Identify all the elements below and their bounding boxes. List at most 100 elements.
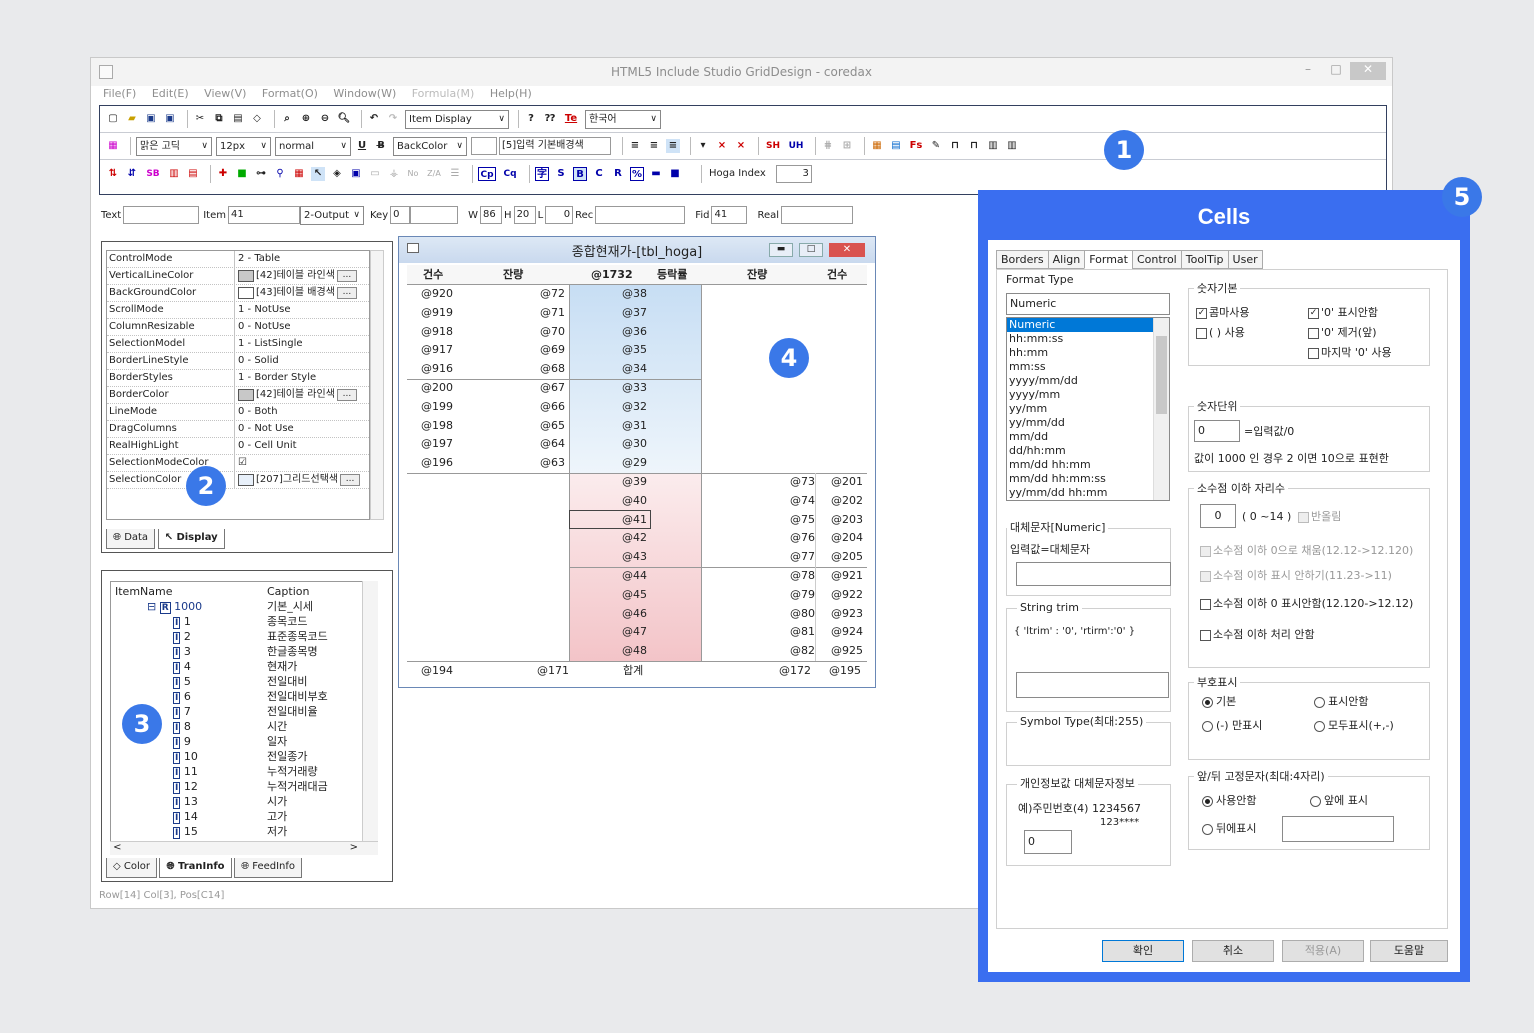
count-cell[interactable]: @924 — [819, 623, 863, 642]
qty-cell[interactable]: @67 — [507, 379, 565, 398]
format-list-item[interactable]: hh:mm:ss — [1007, 332, 1153, 346]
qty-cell[interactable]: @63 — [507, 454, 565, 473]
property-row[interactable]: BorderLineStyle 0 - Solid — [107, 353, 369, 370]
qty-cell[interactable]: @74 — [767, 492, 815, 511]
qty-cell[interactable]: @75 — [767, 511, 815, 530]
maximize-button[interactable]: □ — [1322, 62, 1350, 80]
format-list-item[interactable]: mm:ss — [1007, 360, 1153, 374]
split-v-icon[interactable]: ⊞ — [840, 139, 854, 153]
close-button[interactable]: ✕ — [1350, 62, 1386, 80]
apply-button[interactable]: 적용(A) — [1282, 940, 1364, 962]
ellipsis-button[interactable]: ... — [336, 389, 357, 401]
qty-cell[interactable]: @81 — [767, 623, 815, 642]
price-cell[interactable]: @46 — [597, 605, 647, 624]
te-icon[interactable]: Te — [562, 112, 580, 126]
tab-user[interactable]: User — [1227, 250, 1263, 269]
count-cell[interactable]: @922 — [819, 586, 863, 605]
merge2-icon[interactable]: ⊓ — [967, 139, 981, 153]
price-cell[interactable]: @45 — [597, 586, 647, 605]
round-checkbox[interactable]: 반올림 — [1298, 510, 1341, 524]
sign-minus-radio[interactable]: (-) 만표시 — [1202, 719, 1262, 733]
count-cell[interactable]: @204 — [819, 529, 863, 548]
hoga-index-input[interactable]: 3 — [775, 164, 812, 183]
tree-item[interactable]: I 13시가1 — [111, 794, 377, 809]
rec-input[interactable] — [595, 206, 686, 224]
za-label[interactable]: Z/A — [425, 167, 443, 181]
tree-item[interactable]: I 3 한글종목명 3 — [111, 644, 377, 659]
paren-checkbox[interactable]: ( ) 사용 — [1196, 326, 1245, 340]
ellipsis-button[interactable]: ... — [336, 287, 357, 299]
sort2-icon[interactable]: ⇵ — [125, 167, 139, 181]
w-input[interactable]: 86 — [480, 206, 503, 224]
qty-cell[interactable]: @70 — [507, 323, 565, 342]
tab-align[interactable]: Align — [1047, 250, 1086, 269]
delete-col-icon[interactable]: ▥ — [1005, 139, 1019, 153]
qty-cell[interactable]: @82 — [767, 642, 815, 661]
tab-data[interactable]: 🌐︎ Data — [106, 529, 156, 549]
format-list-item[interactable]: mm/dd hh:mm:ss — [1007, 472, 1153, 486]
green-box-icon[interactable]: ■ — [235, 167, 249, 181]
qty-cell[interactable]: @72 — [507, 285, 565, 304]
format-list-item[interactable]: yy/mm/dd — [1007, 416, 1153, 430]
fix-input[interactable] — [1282, 816, 1394, 842]
tab-display[interactable]: ↖ Display — [157, 529, 225, 549]
price-cell[interactable]: @42 — [597, 529, 647, 548]
tree-item[interactable]: I 11누적거래량1 — [111, 764, 377, 779]
tree-hscrollbar[interactable]: < > — [110, 841, 378, 855]
last-zero-checkbox[interactable]: 마지막 '0' 사용 — [1308, 346, 1392, 360]
property-row[interactable]: ControlMode 2 - Table — [107, 251, 369, 268]
sheet-icon[interactable]: ▦ — [870, 139, 884, 153]
open-folder-icon[interactable]: ▰ — [125, 112, 139, 126]
property-row[interactable]: VerticalLineColor [42]테이블 라인색... — [107, 268, 369, 285]
count-cell[interactable]: @200 — [421, 379, 453, 398]
qty-cell[interactable]: @68 — [507, 360, 565, 379]
sb-icon[interactable]: SB — [144, 167, 162, 181]
count-cell[interactable]: @196 — [421, 454, 453, 473]
tree-item[interactable]: I 15저가1 — [111, 824, 377, 839]
format-list-item[interactable]: Numeric — [1007, 318, 1153, 332]
backcolor-value[interactable]: [5]입력 기본배경색 — [499, 137, 611, 155]
font-select[interactable]: 맑은 고딕 — [136, 136, 212, 156]
format-list-item[interactable]: hh:mm — [1007, 346, 1153, 360]
format-list-item[interactable]: mm/dd hh:mm — [1007, 458, 1153, 472]
count-cell[interactable]: @205 — [819, 548, 863, 567]
save-all-icon[interactable]: ▣ — [163, 112, 177, 126]
fix-none-radio[interactable]: 사용안함 — [1202, 794, 1256, 808]
grid-close-button[interactable]: ✕ — [829, 243, 865, 257]
redo-icon[interactable]: ↷ — [386, 112, 400, 126]
ok-button[interactable]: 확인 — [1102, 940, 1184, 962]
qty-cell[interactable]: @69 — [507, 341, 565, 360]
qty-cell[interactable]: @73 — [767, 473, 815, 492]
property-scrollbar[interactable] — [370, 250, 384, 520]
ellipsis-button[interactable]: ... — [340, 474, 361, 486]
underline-button[interactable]: U — [355, 139, 369, 153]
menu-help[interactable]: Help(H) — [490, 87, 532, 100]
format-list-item[interactable]: yyyy/mm/dd — [1007, 374, 1153, 388]
grid-minimize-button[interactable]: ▬ — [769, 243, 793, 257]
real-input[interactable] — [781, 206, 854, 224]
trim-input[interactable] — [1016, 672, 1169, 698]
save-icon[interactable]: ▣ — [144, 112, 158, 126]
item-input[interactable]: 41 — [228, 206, 300, 224]
add-row-icon[interactable]: ✚ — [216, 167, 230, 181]
help-button[interactable]: 도움말 — [1370, 940, 1448, 962]
merge-icon[interactable]: ⊓ — [948, 139, 962, 153]
l-input[interactable]: 0 — [545, 206, 574, 224]
search-icon[interactable]: 🔍︎ — [337, 112, 351, 126]
paste-icon[interactable]: ▤ — [231, 112, 245, 126]
count-cell[interactable]: @921 — [819, 567, 863, 586]
output-select[interactable]: 2-Output — [300, 205, 364, 225]
property-row[interactable]: RealHighLight 0 - Cell Unit — [107, 438, 369, 455]
price-cell[interactable]: @40 — [597, 492, 647, 511]
price-cell[interactable]: @44 — [597, 567, 647, 586]
help-icon[interactable]: ? — [524, 112, 538, 126]
grid-maximize-button[interactable]: □ — [799, 243, 823, 257]
filter-icon[interactable]: ⚶ — [387, 167, 401, 181]
count-cell[interactable]: @916 — [421, 360, 453, 379]
qty-cell[interactable]: @66 — [507, 398, 565, 417]
subst-input[interactable] — [1016, 562, 1171, 586]
price-cell[interactable]: @38 — [597, 285, 647, 304]
count-cell[interactable]: @199 — [421, 398, 453, 417]
tab-traninfo[interactable]: 🌐︎ TranInfo — [159, 858, 232, 878]
format-list-item[interactable]: dd/hh:mm — [1007, 444, 1153, 458]
